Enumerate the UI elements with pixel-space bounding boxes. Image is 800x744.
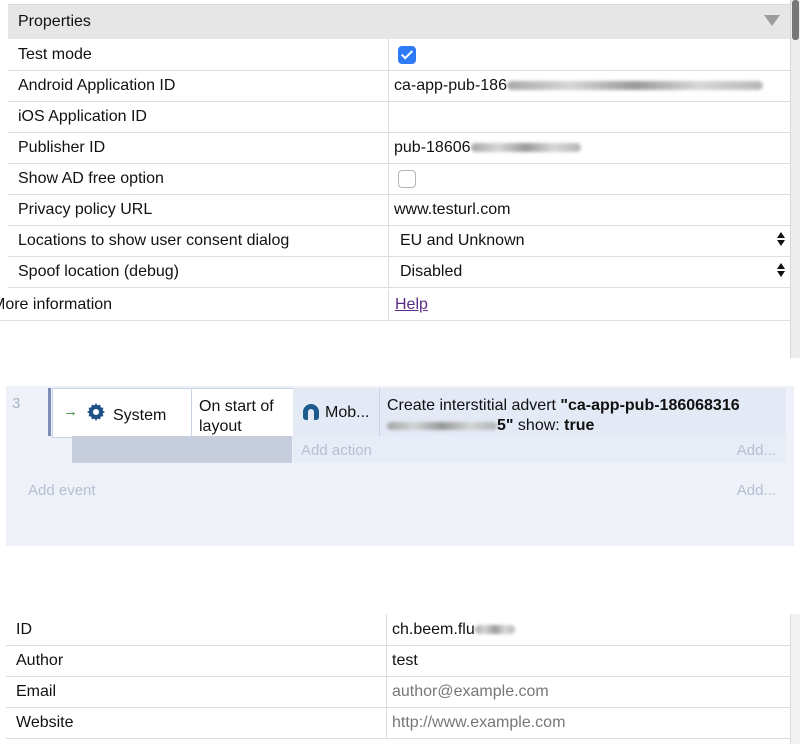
redacted-blur xyxy=(506,81,763,91)
system-gear-icon xyxy=(87,403,105,421)
scrollbar-thumb[interactable] xyxy=(792,0,799,40)
redacted-blur xyxy=(470,143,581,153)
proj-row-author: Author test xyxy=(6,645,790,677)
proj-label: Email xyxy=(16,683,57,700)
prop-row-ad-free: Show AD free option xyxy=(8,163,790,195)
select-arrows-icon[interactable] xyxy=(776,230,786,248)
add-action-link[interactable]: Add action xyxy=(301,442,372,459)
prop-label: Test mode xyxy=(18,46,92,63)
proj-label: Author xyxy=(16,652,64,669)
author-field[interactable]: test xyxy=(392,652,418,670)
ad-free-checkbox[interactable] xyxy=(398,170,416,188)
prop-row-spoof-location: Spoof location (debug) Disabled xyxy=(8,256,790,288)
prop-row-ios-app-id: iOS Application ID xyxy=(8,101,790,133)
proj-row-email: Email author@example.com xyxy=(6,676,790,708)
properties-header[interactable]: Properties xyxy=(8,4,790,39)
proj-row-id: ID ch.beem.flu xyxy=(6,614,790,646)
project-scrollbar[interactable] xyxy=(790,614,800,744)
android-app-id-field[interactable]: ca-app-pub-186 xyxy=(394,77,763,95)
condition-object: System xyxy=(113,407,167,424)
add-action-gutter xyxy=(72,436,292,463)
properties-panel: Properties Test mode Android Application… xyxy=(0,0,800,358)
event-margin[interactable] xyxy=(48,388,51,436)
add-event-link[interactable]: Add event xyxy=(28,482,96,499)
redacted-blur xyxy=(474,625,515,635)
action-text: Create interstitial advert "ca-app-pub-1… xyxy=(387,397,740,434)
redacted-blur xyxy=(387,421,497,430)
prop-row-consent-locations: Locations to show user consent dialog EU… xyxy=(8,225,790,257)
prop-label: Android Application ID xyxy=(18,77,176,94)
event-condition[interactable]: → System On start of layout xyxy=(52,388,294,438)
action-object: Mob... xyxy=(293,388,380,436)
prop-row-test-mode: Test mode xyxy=(8,39,790,71)
trigger-arrow-icon: → xyxy=(63,403,78,420)
prop-row-privacy-url: Privacy policy URL www.testurl.com xyxy=(8,194,790,226)
mobile-advert-icon xyxy=(303,404,319,420)
prop-row-more-info: More information Help xyxy=(0,289,790,321)
properties-header-label: Properties xyxy=(18,13,91,30)
prop-label: Spoof location (debug) xyxy=(18,263,179,280)
select-arrows-icon[interactable] xyxy=(776,261,786,279)
event-action[interactable]: Mob... Create interstitial advert "ca-ap… xyxy=(293,388,786,436)
add-action-row[interactable]: Add action Add... xyxy=(293,436,786,463)
prop-label: Publisher ID xyxy=(18,139,106,156)
event-sheet: 3 → System On start of layout Mob... Cre… xyxy=(6,386,794,546)
privacy-url-field[interactable]: www.testurl.com xyxy=(394,201,510,219)
publisher-id-field[interactable]: pub-18606 xyxy=(394,139,581,157)
prop-label: iOS Application ID xyxy=(18,108,147,125)
add-action-more-link[interactable]: Add... xyxy=(737,442,776,459)
proj-label: ID xyxy=(16,621,32,638)
proj-label: Website xyxy=(16,714,74,731)
proj-row-website: Website http://www.example.com xyxy=(6,707,790,739)
collapse-triangle-icon[interactable] xyxy=(764,15,780,26)
email-field[interactable]: author@example.com xyxy=(392,683,549,701)
prop-label: Show AD free option xyxy=(18,170,164,187)
action-object-name: Mob... xyxy=(325,404,370,421)
project-id-field[interactable]: ch.beem.flu xyxy=(392,621,515,639)
spoof-location-select[interactable]: Disabled xyxy=(400,263,462,281)
help-link[interactable]: Help xyxy=(395,296,428,314)
consent-locations-select[interactable]: EU and Unknown xyxy=(400,232,525,250)
event-number: 3 xyxy=(12,395,21,412)
website-field[interactable]: http://www.example.com xyxy=(392,714,565,732)
test-mode-checkbox[interactable] xyxy=(398,46,416,64)
project-properties: ID ch.beem.flu Author test Email author@… xyxy=(0,614,800,744)
properties-scrollbar[interactable] xyxy=(790,0,800,358)
prop-row-publisher-id: Publisher ID pub-18606 xyxy=(8,132,790,164)
prop-label: Locations to show user consent dialog xyxy=(18,232,290,249)
condition-trigger: On start of layout xyxy=(199,398,274,435)
prop-row-android-app-id: Android Application ID ca-app-pub-186 xyxy=(8,70,790,102)
add-event-more-link[interactable]: Add... xyxy=(737,482,776,499)
prop-label: Privacy policy URL xyxy=(18,201,153,218)
prop-label: More information xyxy=(0,296,113,313)
